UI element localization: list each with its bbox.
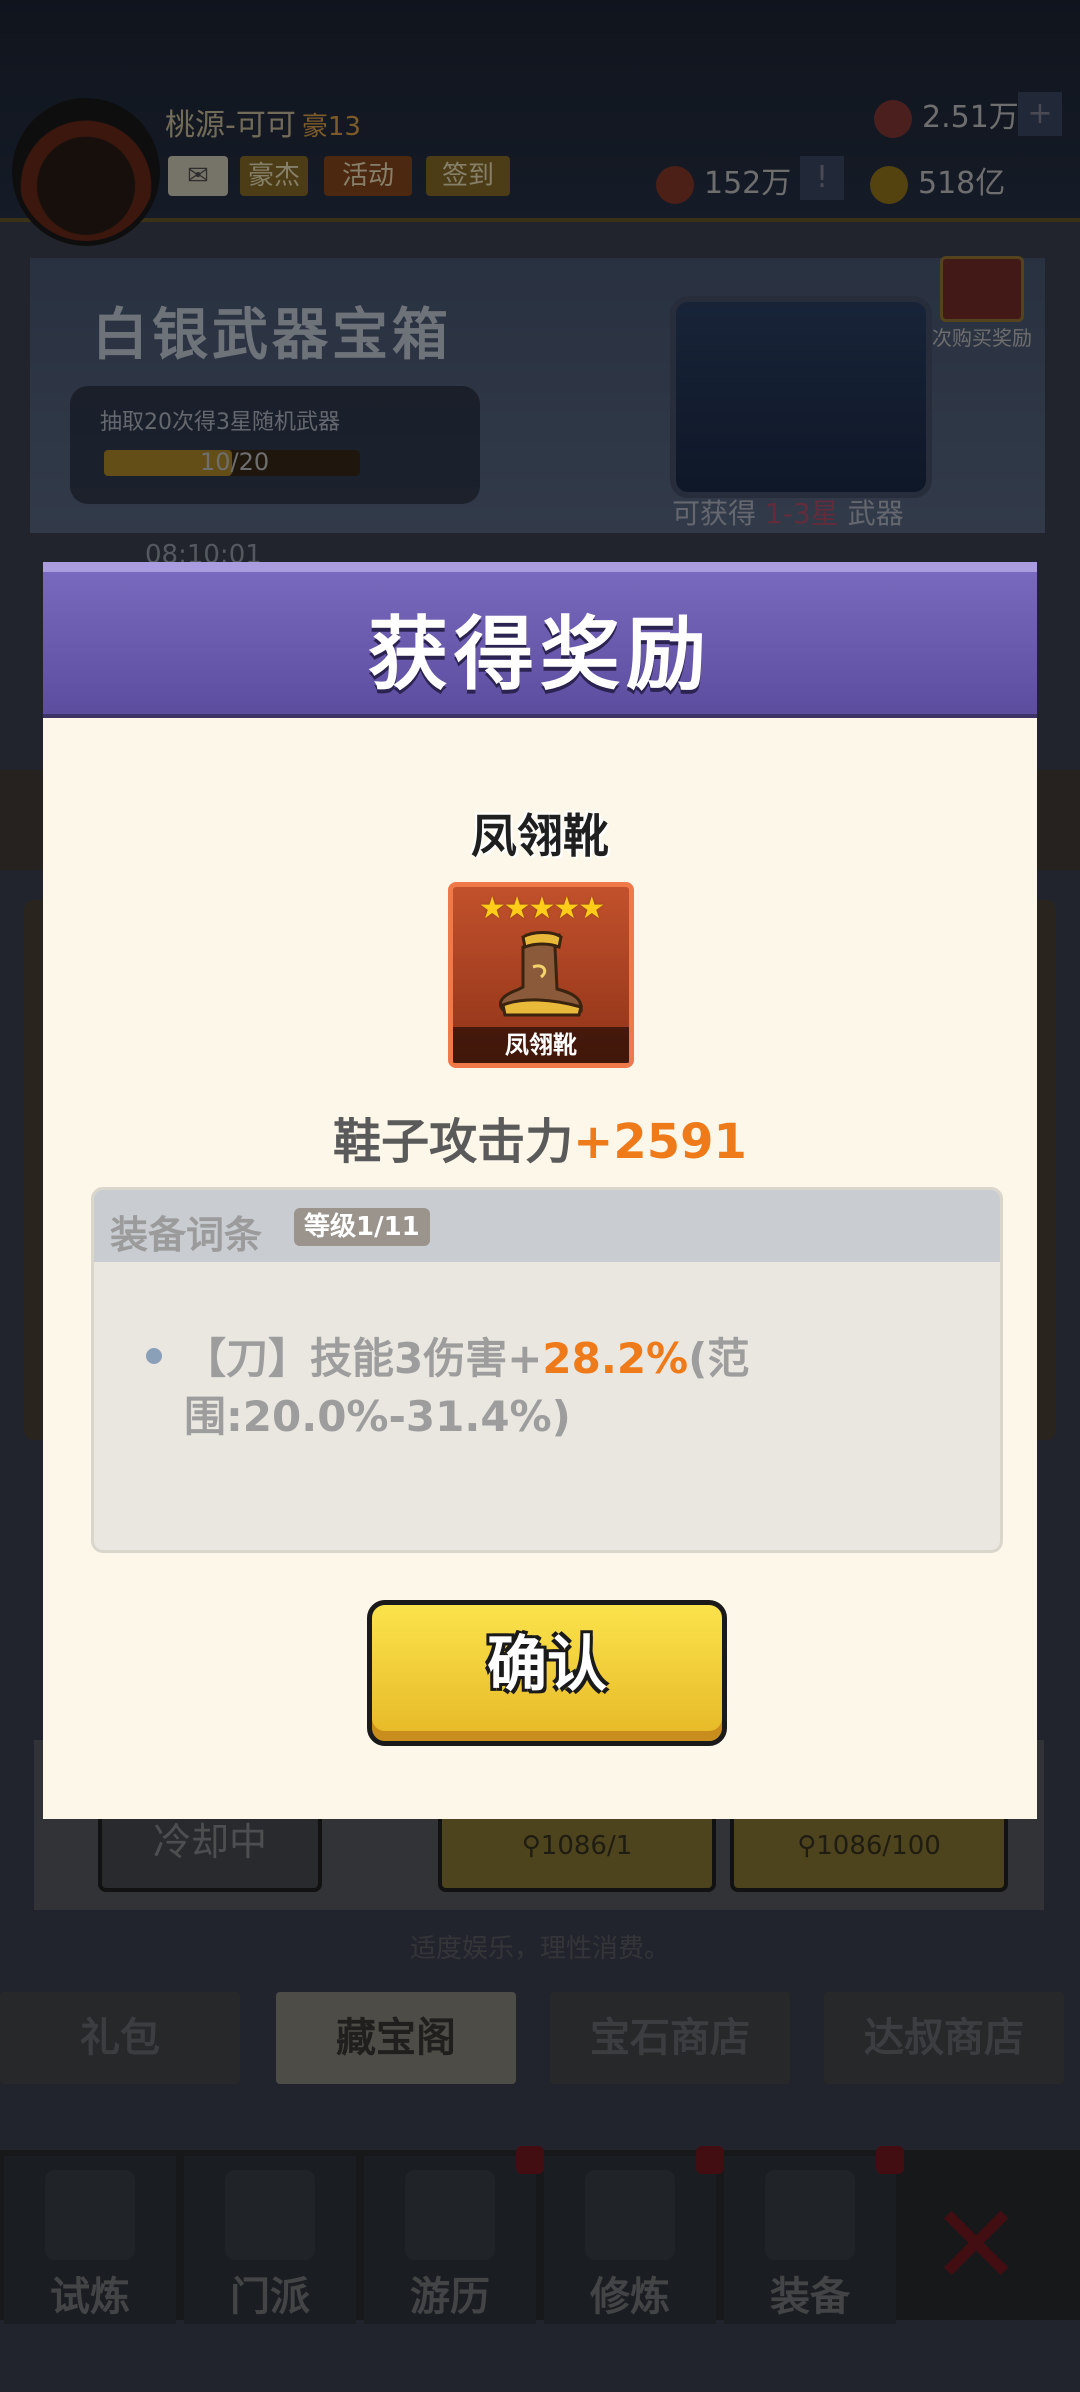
affix-line-prefix: 【刀】技能3伤害+	[184, 1334, 543, 1383]
modal-header: 获得奖励	[43, 562, 1037, 718]
stat-label: 鞋子攻击力	[333, 1114, 574, 1170]
affix-line-value: 28.2%	[542, 1334, 689, 1383]
affix-level-badge: 等级1/11	[294, 1208, 430, 1246]
stat-line: 鞋子攻击力+2591	[43, 1102, 1037, 1172]
confirm-button[interactable]: 确认	[367, 1600, 727, 1746]
reward-modal: 获得奖励 凤翎靴 ★★★★★ 凤翎靴 鞋子攻击力+2591 装备词条 等级1/1…	[43, 562, 1037, 1819]
item-name: 凤翎靴	[471, 809, 609, 863]
affix-line: 【刀】技能3伤害+28.2%(范围:20.0%-31.4%)	[184, 1330, 974, 1446]
affix-header: 装备词条 等级1/11	[94, 1190, 1000, 1262]
affix-box: 装备词条 等级1/11 【刀】技能3伤害+28.2%(范围:20.0%-31.4…	[91, 1187, 1003, 1553]
boot-icon	[499, 931, 583, 1017]
stat-value: +2591	[573, 1114, 747, 1170]
modal-title: 获得奖励	[368, 608, 712, 701]
bullet-dot-icon	[146, 1348, 162, 1364]
affix-title: 装备词条	[110, 1213, 263, 1257]
star-rating: ★★★★★	[478, 891, 605, 926]
item-card-label: 凤翎靴	[453, 1027, 629, 1063]
item-card[interactable]: ★★★★★ 凤翎靴	[448, 882, 634, 1068]
